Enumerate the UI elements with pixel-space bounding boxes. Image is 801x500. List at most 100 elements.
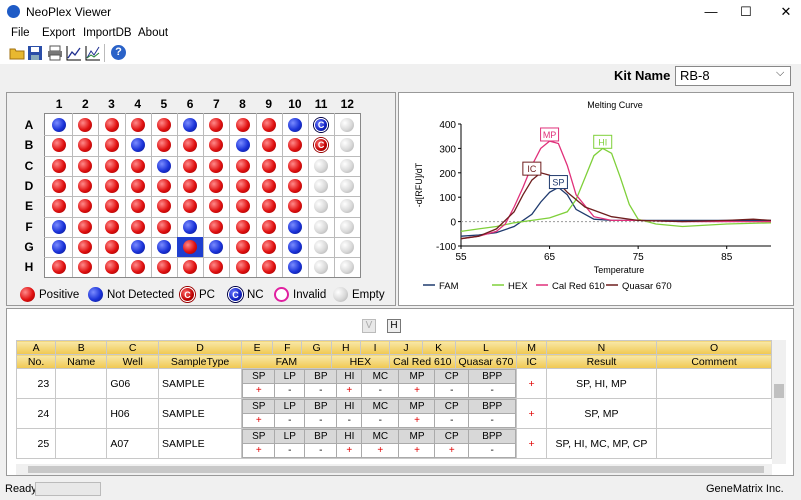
well[interactable] — [340, 158, 355, 173]
plate-col-header[interactable]: 2 — [72, 97, 98, 111]
chevron-down-icon[interactable]: ⌵ — [776, 67, 784, 80]
col-letter[interactable]: I — [359, 340, 391, 355]
help-icon[interactable]: ? — [111, 45, 126, 60]
well[interactable] — [52, 219, 67, 234]
cell-ic[interactable]: + — [516, 428, 547, 459]
cell-no[interactable]: 23 — [15, 368, 57, 399]
cell-ic[interactable]: + — [516, 368, 547, 399]
well[interactable] — [235, 219, 250, 234]
table-row[interactable]: 24 H06 SAMPLE SP LP BP HI MC MP CP BPP + - - - - + - - … — [15, 398, 772, 429]
plate-col-header[interactable]: 3 — [98, 97, 124, 111]
well[interactable] — [78, 158, 93, 173]
well[interactable] — [235, 138, 250, 153]
header-fam[interactable]: FAM — [241, 354, 332, 369]
well[interactable] — [340, 219, 355, 234]
plate-row-header[interactable]: A — [18, 118, 40, 132]
well[interactable] — [235, 239, 250, 254]
well[interactable] — [156, 118, 171, 133]
well[interactable] — [287, 239, 302, 254]
well[interactable] — [314, 239, 329, 254]
plate-col-header[interactable]: 9 — [256, 97, 282, 111]
print-icon[interactable] — [47, 45, 63, 61]
well[interactable] — [104, 179, 119, 194]
well[interactable] — [130, 239, 145, 254]
well[interactable] — [104, 199, 119, 214]
col-letter[interactable]: G — [301, 340, 332, 355]
well[interactable] — [261, 260, 276, 275]
well[interactable] — [287, 219, 302, 234]
open-folder-icon[interactable] — [9, 45, 25, 61]
plate-row-header[interactable]: E — [18, 199, 40, 213]
well[interactable] — [261, 219, 276, 234]
well[interactable] — [235, 118, 250, 133]
header-name[interactable]: Name — [55, 354, 108, 369]
horizontal-view-button[interactable]: H — [387, 319, 401, 333]
scroll-thumb[interactable] — [774, 384, 784, 398]
plate-col-header[interactable]: 5 — [151, 97, 177, 111]
well[interactable] — [52, 239, 67, 254]
minimize-button[interactable]: — — [696, 0, 726, 24]
well[interactable] — [235, 179, 250, 194]
col-letter[interactable]: H — [330, 340, 362, 355]
selected-well[interactable] — [177, 236, 204, 258]
vertical-scrollbar[interactable] — [772, 340, 786, 464]
col-letter[interactable]: F — [272, 340, 303, 355]
well[interactable] — [261, 179, 276, 194]
plate-col-header[interactable]: 1 — [46, 97, 72, 111]
col-letter[interactable]: D — [158, 340, 243, 355]
line-chart-icon[interactable] — [66, 45, 82, 61]
cell-well[interactable]: A07 — [106, 428, 160, 459]
menu-file[interactable]: File — [11, 27, 30, 39]
header-result[interactable]: Result — [545, 354, 658, 369]
table-row[interactable]: 23 G06 SAMPLE SP LP BP HI MC MP CP BPP + - - + - + - - … — [15, 368, 772, 399]
menu-export[interactable]: Export — [42, 27, 75, 39]
well[interactable] — [287, 179, 302, 194]
cell-name[interactable] — [55, 368, 108, 399]
col-letter[interactable]: A — [15, 340, 57, 355]
plate-row-header[interactable]: C — [18, 159, 40, 173]
horizontal-scrollbar[interactable] — [16, 464, 772, 475]
well[interactable] — [156, 179, 171, 194]
cell-result[interactable]: SP, MP — [545, 398, 658, 429]
header-no[interactable]: No. — [15, 354, 57, 369]
kit-name-select[interactable]: RB-8 — [675, 66, 791, 86]
well[interactable] — [104, 239, 119, 254]
well[interactable] — [78, 219, 93, 234]
cell-no[interactable]: 24 — [15, 398, 57, 429]
col-letter[interactable]: C — [106, 340, 160, 355]
well[interactable] — [104, 219, 119, 234]
cell-well[interactable]: G06 — [106, 368, 160, 399]
cell-sample-type[interactable]: SAMPLE — [158, 428, 243, 459]
table-row[interactable]: 25 A07 SAMPLE SP LP BP HI MC MP CP BPP + - - + + + + - … — [15, 428, 772, 459]
plate-col-header[interactable]: 11 — [308, 97, 334, 111]
scroll-thumb[interactable] — [28, 466, 764, 473]
cell-result[interactable]: SP, HI, MC, MP, CP — [545, 428, 658, 459]
cell-ic[interactable]: + — [516, 398, 547, 429]
col-letter[interactable]: K — [421, 340, 456, 355]
well[interactable] — [287, 118, 302, 133]
well[interactable] — [104, 158, 119, 173]
well[interactable] — [209, 158, 224, 173]
plate-col-header[interactable]: 8 — [229, 97, 255, 111]
cell-comment[interactable] — [656, 398, 772, 429]
well[interactable] — [261, 199, 276, 214]
col-letter[interactable]: O — [656, 340, 772, 355]
cell-sample-type[interactable]: SAMPLE — [158, 368, 243, 399]
plate-row-header[interactable]: F — [18, 220, 40, 234]
close-button[interactable]: ✕ — [771, 0, 801, 24]
plate-col-header[interactable]: 12 — [334, 97, 360, 111]
well[interactable] — [235, 260, 250, 275]
col-letter[interactable]: E — [241, 340, 274, 355]
col-letter[interactable]: B — [55, 340, 108, 355]
well[interactable] — [130, 118, 145, 133]
col-letter[interactable]: N — [545, 340, 658, 355]
header-comment[interactable]: Comment — [656, 354, 772, 369]
well[interactable] — [156, 239, 171, 254]
maximize-button[interactable]: ☐ — [731, 0, 761, 24]
col-letter[interactable]: L — [454, 340, 518, 355]
col-letter[interactable]: M — [516, 340, 547, 355]
save-icon[interactable] — [27, 45, 43, 61]
cell-name[interactable] — [55, 428, 108, 459]
well[interactable] — [183, 219, 198, 234]
cell-well[interactable]: H06 — [106, 398, 160, 429]
